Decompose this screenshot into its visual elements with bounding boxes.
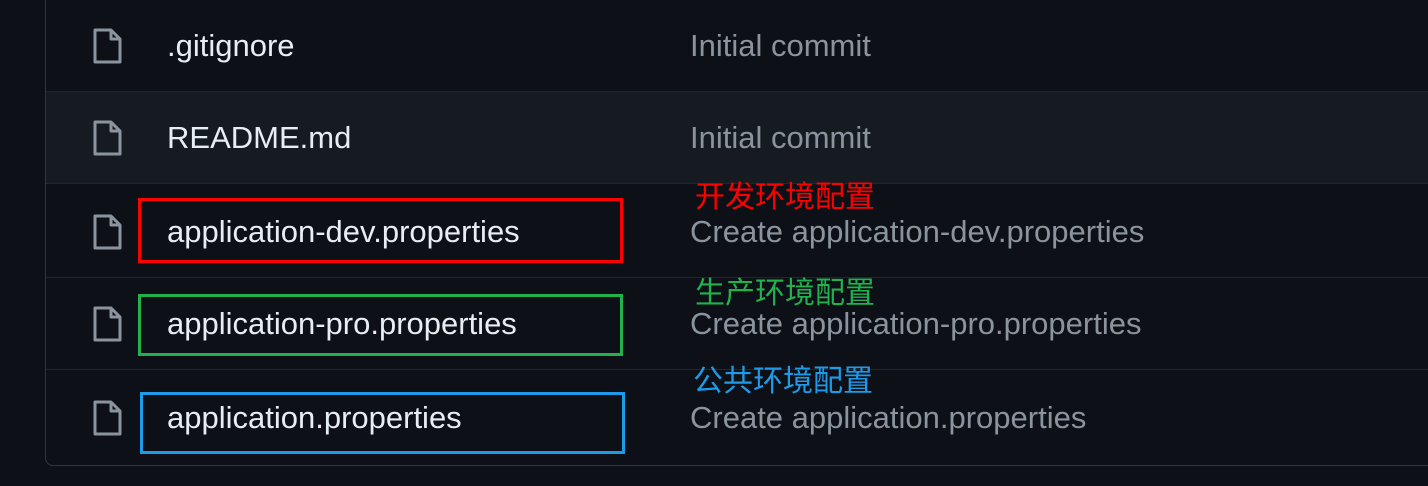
file-name-link[interactable]: README.md: [167, 92, 351, 184]
commit-message-link[interactable]: Initial commit: [690, 92, 871, 184]
pro-highlight-box: [138, 294, 623, 356]
common-annotation-label: 公共环境配置: [693, 364, 873, 399]
file-name-link[interactable]: .gitignore: [167, 0, 295, 92]
file-icon: [92, 120, 122, 156]
dev-annotation-label: 开发环境配置: [695, 180, 875, 215]
file-icon: [92, 214, 122, 250]
file-icon: [92, 306, 122, 342]
dev-highlight-box: [138, 198, 623, 263]
file-icon: [92, 400, 122, 436]
pro-annotation-label: 生产环境配置: [695, 276, 875, 311]
file-row-gitignore[interactable]: .gitignore Initial commit: [46, 0, 1428, 92]
commit-message-link[interactable]: Initial commit: [690, 0, 871, 92]
file-icon: [92, 28, 122, 64]
file-row-readme[interactable]: README.md Initial commit: [46, 92, 1428, 184]
common-highlight-box: [140, 392, 625, 454]
